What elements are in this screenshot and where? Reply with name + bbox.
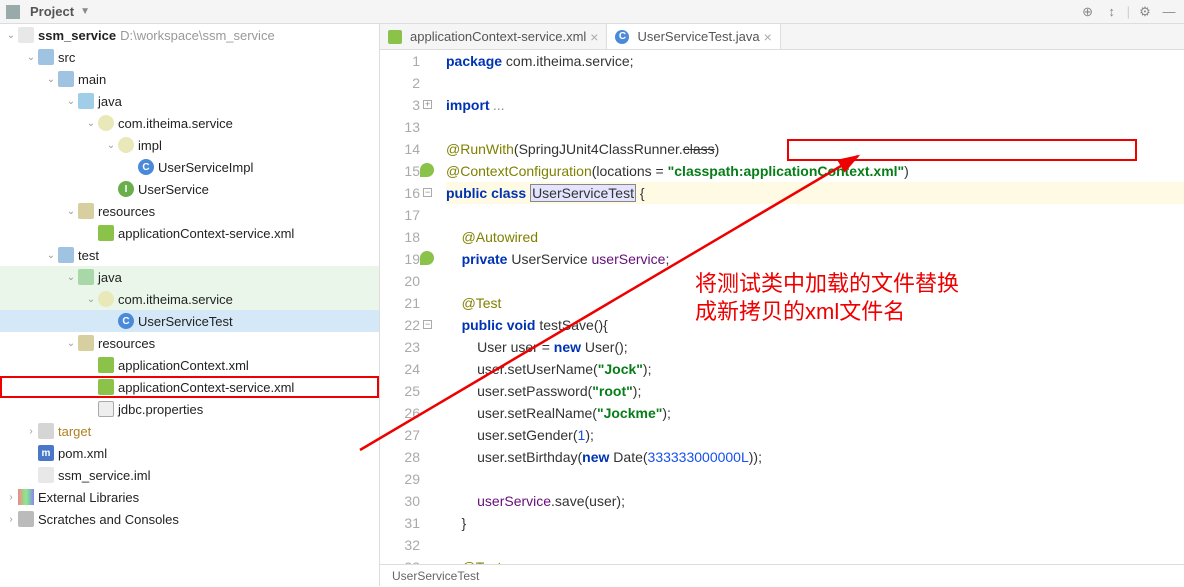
locate-icon[interactable]: ⊕ [1079,3,1097,21]
spring-xml-icon [98,357,114,373]
scratch-icon [18,511,34,527]
interface-icon: I [118,181,134,197]
project-icon [6,5,20,19]
top-toolbar: Project ▼ ⊕ ↕ | ⚙ — [0,0,1184,24]
spring-xml-icon [388,30,402,44]
hide-icon[interactable]: — [1160,3,1178,21]
project-tree[interactable]: ssm_serviceD:\workspace\ssm_service src … [0,24,380,586]
spring-xml-icon [98,225,114,241]
tab-appcontext-xml[interactable]: applicationContext-service.xml× [380,24,607,49]
close-icon[interactable]: × [764,29,772,45]
class-icon: C [138,159,154,175]
editor-area: applicationContext-service.xml× CUserSer… [380,24,1184,586]
folder-icon [78,203,94,219]
gutter: 1231314151617181920212223242526272829303… [380,50,428,564]
spring-xml-icon [98,379,114,395]
code-body[interactable]: package com.itheima.service;import ...@R… [428,50,1184,564]
properties-icon [98,401,114,417]
library-icon [18,489,34,505]
maven-icon: m [38,445,54,461]
folder-icon [78,335,94,351]
folder-icon [38,49,54,65]
package-icon [118,137,134,153]
highlighted-file[interactable]: applicationContext-service.xml [0,376,379,398]
expand-icon[interactable]: ↕ [1103,3,1121,21]
editor-tabs: applicationContext-service.xml× CUserSer… [380,24,1184,50]
gear-icon[interactable]: ⚙ [1136,3,1154,21]
class-icon: C [615,30,629,44]
package-icon [98,115,114,131]
class-icon: C [118,313,134,329]
folder-icon [78,93,94,109]
folder-icon [78,269,94,285]
project-dropdown[interactable]: Project [30,4,74,19]
module-icon [38,467,54,483]
folder-icon [38,423,54,439]
package-icon [98,291,114,307]
close-icon[interactable]: × [590,29,598,45]
tab-userservicetest[interactable]: CUserServiceTest.java× [607,24,780,49]
folder-icon [58,247,74,263]
folder-icon [58,71,74,87]
breadcrumb[interactable]: UserServiceTest [380,564,1184,586]
code-editor[interactable]: 1231314151617181920212223242526272829303… [380,50,1184,564]
chevron-down-icon: ▼ [80,6,90,17]
module-icon [18,27,34,43]
